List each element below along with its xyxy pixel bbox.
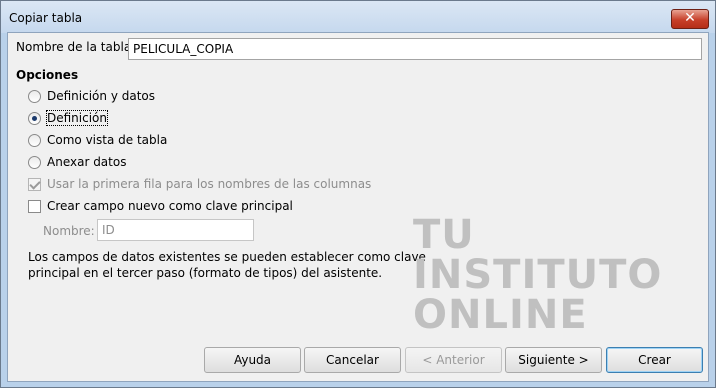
use-first-row-checkbox: Usar la primera fila para los nombres de… [28,176,371,192]
close-icon: ✕ [684,10,696,26]
watermark-line-3: ONLINE [413,292,588,338]
pk-name-input: ID [97,219,254,241]
window-title: Copiar tabla [9,11,83,25]
info-text: Los campos de datos existentes se pueden… [28,250,426,280]
checkbox [28,177,41,191]
checkbox[interactable] [28,199,41,213]
option-definition[interactable]: Definición [28,110,108,126]
create-button[interactable]: Crear [606,347,703,373]
option-as-table-view[interactable]: Como vista de tabla [28,132,167,148]
previous-button: < Anterior [405,347,502,373]
option-definition-and-data[interactable]: Definición y datos [28,88,155,104]
next-button[interactable]: Siguiente > [505,347,602,373]
radio-button-selected[interactable] [28,111,41,125]
radio-button[interactable] [28,133,41,147]
close-button[interactable]: ✕ [671,9,709,29]
copy-table-dialog: Copiar tabla ✕ Nombre de la tabla: PELIC… [0,0,716,388]
option-label: Definición [46,110,108,126]
radio-button[interactable] [28,155,41,169]
cancel-button[interactable]: Cancelar [304,347,401,373]
radio-button[interactable] [28,89,41,103]
option-label: Como vista de tabla [47,133,168,147]
pk-name-label: Nombre: [43,224,95,238]
dialog-body: Nombre de la tabla: PELICULA_COPIA Opcio… [7,32,709,382]
table-name-input[interactable]: PELICULA_COPIA [128,38,702,60]
watermark-line-2: INSTITUTO [413,252,663,298]
checkbox-label: Crear campo nuevo como clave principal [47,199,293,213]
options-title: Opciones [16,68,79,82]
create-primary-key-checkbox[interactable]: Crear campo nuevo como clave principal [28,198,293,214]
watermark-logo: TU INSTITUTO ONLINE [408,212,661,345]
checkbox-label: Usar la primera fila para los nombres de… [47,177,372,191]
option-label: Anexar datos [47,155,127,169]
option-label: Definición y datos [47,89,155,103]
watermark-line-1: TU [413,212,475,258]
title-bar[interactable]: Copiar tabla ✕ [1,1,715,33]
help-button[interactable]: Ayuda [204,347,301,373]
table-name-label: Nombre de la tabla: [16,40,136,54]
option-append-data[interactable]: Anexar datos [28,154,126,170]
